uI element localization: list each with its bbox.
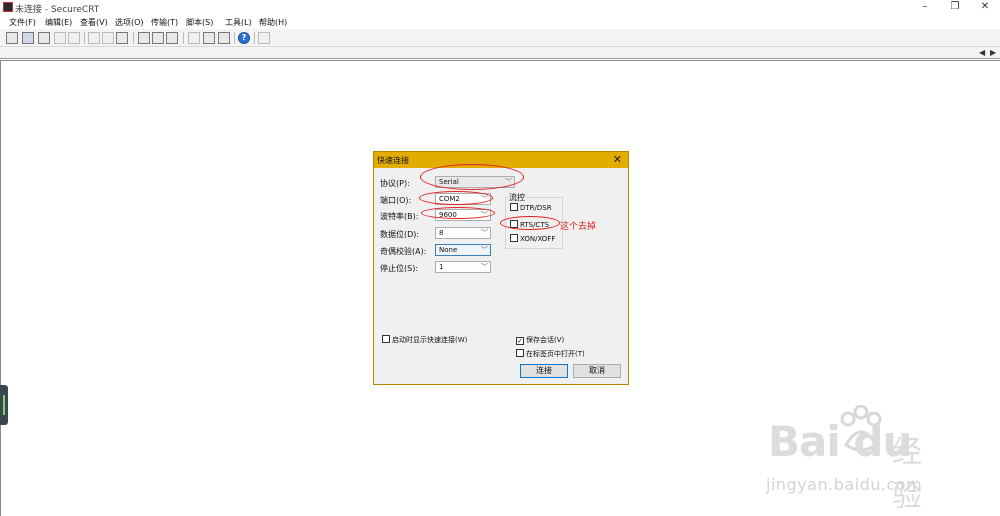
tab-scroll-right-icon[interactable]: ▶ xyxy=(990,48,996,57)
toolbar-separator xyxy=(254,32,255,44)
checkbox-icon xyxy=(516,349,524,357)
sftp-icon[interactable] xyxy=(258,32,270,44)
databits-value: 8 xyxy=(439,229,444,237)
jingyan-text: 经验 xyxy=(892,435,922,514)
help-icon[interactable]: ? xyxy=(238,32,250,44)
session-options-icon[interactable] xyxy=(188,32,200,44)
maximize-button[interactable]: ❐ xyxy=(940,0,970,15)
menu-bar: 文件(F) 编辑(E) 查看(V) 选项(O) 传输(T) 脚本(S) 工具(L… xyxy=(0,15,1000,29)
securecrt-app-icon xyxy=(3,2,13,12)
keymap-icon[interactable] xyxy=(218,32,230,44)
global-options-icon[interactable] xyxy=(203,32,215,44)
chevron-down-icon: ﹀ xyxy=(481,263,488,271)
menu-options[interactable]: 选项(O) xyxy=(115,17,144,28)
connect-icon[interactable] xyxy=(6,32,18,44)
minimize-button[interactable]: – xyxy=(910,0,940,15)
checkbox-checked-icon: ✓ xyxy=(516,337,524,345)
reconnect-icon[interactable] xyxy=(54,32,66,44)
annotation-text: 这个去掉 xyxy=(560,222,597,232)
stopbits-select[interactable]: 1 ﹀ xyxy=(435,261,491,273)
save-session-label: 保存会话(V) xyxy=(526,336,565,344)
menu-edit[interactable]: 编辑(E) xyxy=(45,17,72,28)
annotation-ellipse-rts-cts xyxy=(500,216,560,230)
dtr-dsr-label: DTR/DSR xyxy=(520,204,552,212)
baidu-logo-text: Bai du xyxy=(768,417,912,466)
toolbar-separator xyxy=(84,32,85,44)
parity-label: 奇偶校验(A): xyxy=(380,247,427,256)
annotation-ellipse-baud xyxy=(421,207,495,219)
protocol-label: 协议(P): xyxy=(380,179,410,188)
show-on-startup-label: 启动时显示快速连接(W) xyxy=(392,336,468,344)
annotation-ellipse-protocol xyxy=(420,164,524,190)
quick-connect-icon[interactable] xyxy=(22,32,34,44)
find-icon[interactable] xyxy=(116,32,128,44)
xon-xoff-label: XON/XOFF xyxy=(520,235,556,243)
menu-tools[interactable]: 工具(L) xyxy=(225,17,252,28)
cancel-button[interactable]: 取消 xyxy=(573,364,621,378)
menu-transfer[interactable]: 传输(T) xyxy=(151,17,178,28)
flow-control-title: 流控 xyxy=(508,192,526,203)
print-setup-icon[interactable] xyxy=(166,32,178,44)
show-on-startup-checkbox[interactable]: 启动时显示快速连接(W) xyxy=(382,335,467,345)
menu-help[interactable]: 帮助(H) xyxy=(259,17,287,28)
tab-scroll-left-icon[interactable]: ◀ xyxy=(979,48,985,57)
toolbar: ? xyxy=(0,29,1000,47)
databits-label: 数据位(D): xyxy=(380,230,420,239)
menu-view[interactable]: 查看(V) xyxy=(80,17,108,28)
checkbox-icon xyxy=(510,203,518,211)
dtr-dsr-checkbox[interactable]: DTR/DSR xyxy=(510,203,552,212)
copy-icon[interactable] xyxy=(88,32,100,44)
toolbar-separator xyxy=(234,32,235,44)
paste-icon[interactable] xyxy=(102,32,114,44)
port-label: 端口(O): xyxy=(380,196,412,205)
menu-file[interactable]: 文件(F) xyxy=(9,17,36,28)
dialog-title: 快速连接 xyxy=(377,156,409,165)
dialog-close-icon[interactable]: ✕ xyxy=(613,153,622,166)
connect-button[interactable]: 连接 xyxy=(520,364,568,378)
chevron-down-icon: ﹀ xyxy=(481,229,488,237)
disconnect-icon[interactable] xyxy=(68,32,80,44)
parity-value: None xyxy=(439,246,458,254)
close-window-button[interactable]: ✕ xyxy=(970,0,1000,15)
databits-select[interactable]: 8 ﹀ xyxy=(435,227,491,239)
connect-in-tab-icon[interactable] xyxy=(38,32,50,44)
baidu-jingyan-watermark: Bai du 经验 jingyan.baidu.com xyxy=(760,405,950,514)
toolbar-separator xyxy=(133,32,134,44)
window-titlebar: 未连接 - SecureCRT – ❐ ✕ xyxy=(0,0,1000,15)
chevron-down-icon: ﹀ xyxy=(481,246,488,254)
print-selection-icon[interactable] xyxy=(152,32,164,44)
toolbar-separator xyxy=(183,32,184,44)
open-in-tab-label: 在标签页中打开(T) xyxy=(526,350,585,358)
annotation-ellipse-port xyxy=(419,191,493,205)
checkbox-icon xyxy=(382,335,390,343)
menu-script[interactable]: 脚本(S) xyxy=(186,17,213,28)
xon-xoff-checkbox[interactable]: XON/XOFF xyxy=(510,234,555,243)
side-panel-handle[interactable] xyxy=(0,385,8,425)
stopbits-value: 1 xyxy=(439,263,444,271)
window-title: 未连接 - SecureCRT xyxy=(15,5,100,15)
parity-select[interactable]: None ﹀ xyxy=(435,244,491,256)
stopbits-label: 停止位(S): xyxy=(380,264,419,273)
tab-strip: ◀ ▶ xyxy=(0,47,1000,59)
print-icon[interactable] xyxy=(138,32,150,44)
checkbox-icon xyxy=(510,234,518,242)
baud-label: 波特率(B): xyxy=(380,212,419,221)
watermark-url: jingyan.baidu.com xyxy=(766,475,923,494)
open-in-tab-checkbox[interactable]: 在标签页中打开(T) xyxy=(516,349,585,359)
save-session-checkbox[interactable]: ✓ 保存会话(V) xyxy=(516,335,564,345)
